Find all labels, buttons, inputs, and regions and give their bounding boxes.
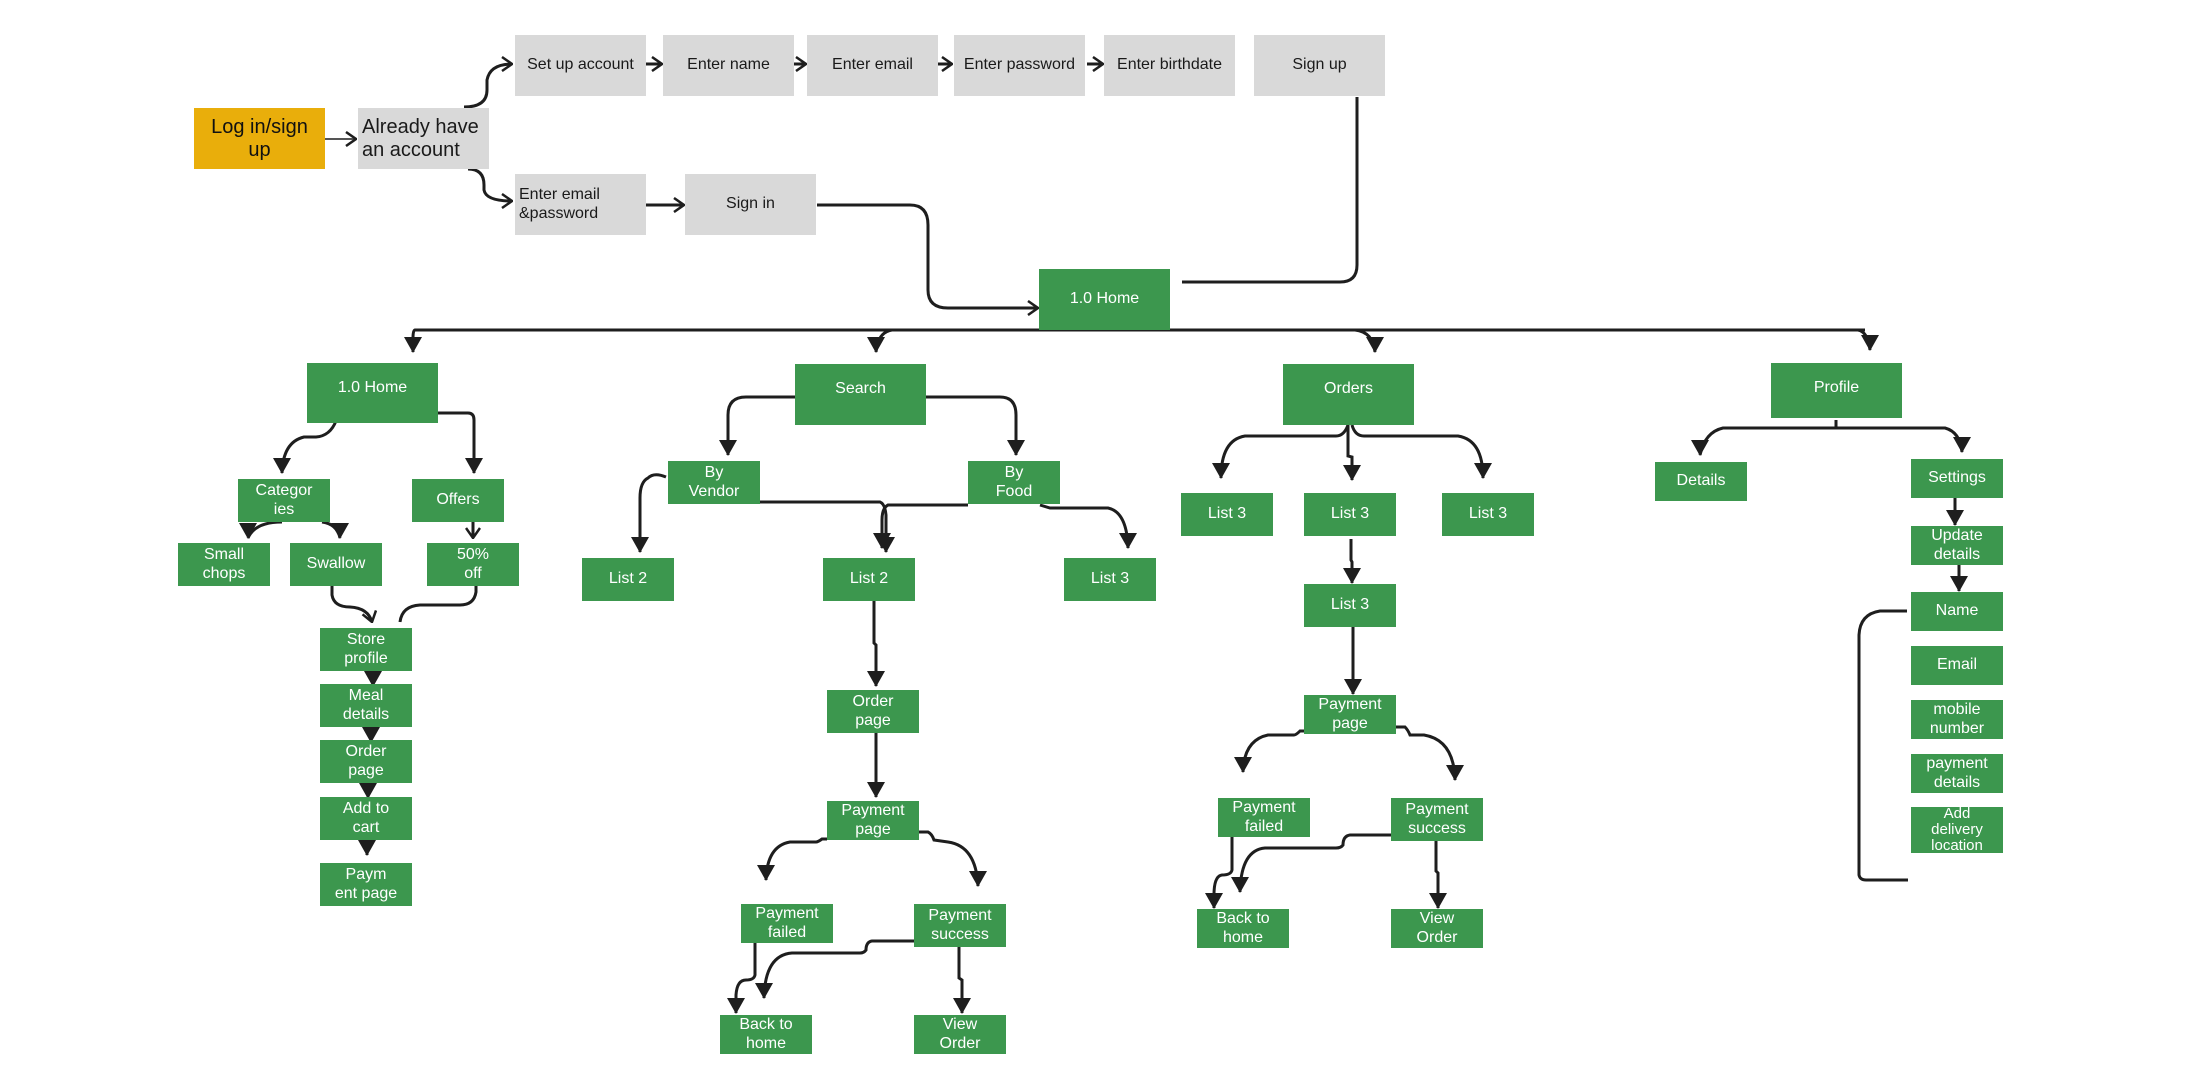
connector xyxy=(926,395,1025,456)
connector xyxy=(398,586,478,623)
search-view-order-node: View Order xyxy=(914,1015,1006,1054)
orders-list-3-sub-node: List 3 xyxy=(1304,584,1396,627)
search-payment-success-node: Payment success xyxy=(914,904,1006,947)
store-profile-node: Store profile xyxy=(320,628,412,671)
by-vendor-node: By Vendor xyxy=(668,461,760,504)
connector xyxy=(1396,725,1464,781)
connector xyxy=(873,503,968,549)
settings-node: Settings xyxy=(1911,459,2003,498)
connector xyxy=(1857,328,1879,351)
connector xyxy=(631,473,667,553)
connector xyxy=(919,830,987,887)
payment-details-field-node: payment details xyxy=(1911,754,2003,793)
add-to-cart-node: Add to cart xyxy=(320,797,412,840)
connector xyxy=(467,167,512,201)
connector xyxy=(1691,420,1838,456)
meal-details-node: Meal details xyxy=(320,684,412,727)
signup-step-enter-name: Enter name xyxy=(663,35,794,96)
offers-node: Offers xyxy=(412,479,504,522)
orders-payment-success-node: Payment success xyxy=(1391,798,1483,841)
by-food-node: By Food xyxy=(968,461,1060,504)
email-field-node: Email xyxy=(1911,646,2003,685)
connector xyxy=(755,939,914,999)
connector xyxy=(719,395,795,456)
order-page-node: Order page xyxy=(320,740,412,783)
connector xyxy=(438,411,483,474)
search-node: Search xyxy=(795,364,926,425)
signin-step-sign-in: Sign in xyxy=(685,174,816,235)
already-have-account-node: Already have an account xyxy=(358,108,489,169)
swallow-node: Swallow xyxy=(290,543,382,586)
search-list-2-left-node: List 2 xyxy=(582,558,674,601)
add-delivery-location-node: Add delivery location xyxy=(1911,806,2003,853)
connector xyxy=(1836,426,1971,453)
connector xyxy=(330,586,372,622)
search-list-3-node: List 3 xyxy=(1064,558,1156,601)
update-details-node: Update details xyxy=(1911,526,2003,565)
connector xyxy=(727,943,757,1014)
orders-payment-failed-node: Payment failed xyxy=(1218,798,1310,837)
fifty-percent-off-node: 50% off xyxy=(427,543,519,586)
mobile-number-field-node: mobile number xyxy=(1911,700,2003,739)
connector xyxy=(273,420,338,474)
connector xyxy=(1354,328,1384,353)
connector xyxy=(321,520,349,539)
connector xyxy=(757,837,827,881)
connector xyxy=(1234,729,1304,773)
search-payment-page-node: Payment page xyxy=(827,801,919,840)
signup-step-enter-password: Enter password xyxy=(954,35,1085,96)
signin-step-enter-email-password: Enter email &password xyxy=(515,174,646,235)
connector xyxy=(1857,609,1908,882)
orders-back-to-home-node: Back to home xyxy=(1197,909,1289,948)
connector xyxy=(867,601,885,687)
connector xyxy=(1231,833,1391,893)
search-back-to-home-node: Back to home xyxy=(720,1015,812,1054)
orders-payment-page-node: Payment page xyxy=(1304,695,1396,734)
connector xyxy=(817,203,1038,308)
search-list-2-mid-node: List 2 xyxy=(823,558,915,601)
connector xyxy=(760,500,895,553)
signup-step-set-up-account: Set up account xyxy=(515,35,646,96)
connector xyxy=(1343,425,1361,481)
connector xyxy=(1429,841,1447,909)
login-signup-node: Log in/sign up xyxy=(194,108,325,169)
orders-list-3-b-node: List 3 xyxy=(1304,493,1396,536)
signup-step-enter-birthdate: Enter birthdate xyxy=(1104,35,1235,96)
payment-page-node: Paym ent page xyxy=(320,863,412,906)
orders-list-3-c-node: List 3 xyxy=(1442,493,1534,536)
name-field-node: Name xyxy=(1911,592,2003,631)
signup-step-sign-up: Sign up xyxy=(1254,35,1385,96)
connector xyxy=(404,328,422,353)
connector xyxy=(1182,97,1359,284)
hub-home-node: 1.0 Home xyxy=(1039,269,1170,330)
orders-list-3-a-node: List 3 xyxy=(1181,493,1273,536)
home-node: 1.0 Home xyxy=(307,363,438,423)
connector xyxy=(1350,424,1492,479)
search-payment-failed-node: Payment failed xyxy=(741,904,833,943)
orders-view-order-node: View Order xyxy=(1391,909,1483,948)
profile-node: Profile xyxy=(1771,363,1902,418)
connector xyxy=(463,64,512,109)
small-chops-node: Small chops xyxy=(178,543,270,586)
connector xyxy=(1205,837,1234,909)
connector xyxy=(1343,539,1361,584)
connector xyxy=(239,520,283,539)
details-node: Details xyxy=(1655,462,1747,501)
search-order-page-node: Order page xyxy=(827,690,919,733)
connector xyxy=(1039,503,1137,549)
connector xyxy=(953,947,971,1014)
categories-node: Categor ies xyxy=(238,479,330,522)
signup-step-enter-email: Enter email xyxy=(807,35,938,96)
orders-node: Orders xyxy=(1283,364,1414,425)
connector xyxy=(867,328,893,353)
connector xyxy=(1212,424,1350,479)
